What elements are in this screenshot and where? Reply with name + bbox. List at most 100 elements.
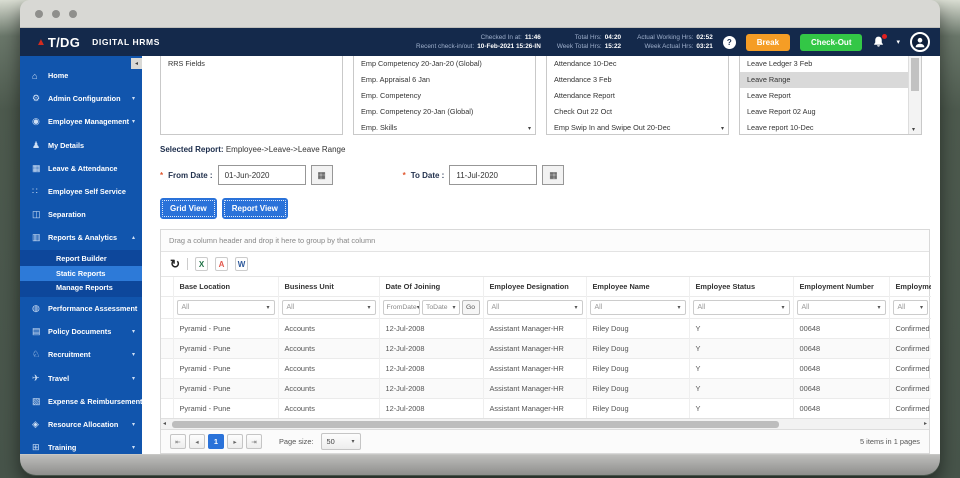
sidebar-subitem-manage-reports[interactable]: Manage Reports [20, 281, 142, 296]
sidebar-item-recruitment[interactable]: ♘ Recruitment ▾ [20, 343, 142, 366]
window-control-dot[interactable] [52, 9, 60, 18]
listbox-item[interactable]: Emp. Competency [354, 88, 535, 104]
listbox-item[interactable]: Emp. Appraisal 6 Jan [354, 72, 535, 88]
last-page-button[interactable]: ⇥ [246, 434, 262, 449]
filter-select[interactable]: All ▾ [176, 300, 275, 315]
group-by-bar[interactable]: Drag a column header and drop it here to… [161, 230, 929, 252]
sidebar-item-performance-assessment[interactable]: ◍ Performance Assessment [20, 297, 142, 320]
sidebar-item-my-details[interactable]: ♟ My Details [20, 134, 142, 157]
sidebar-item-resource-allocation[interactable]: ◈ Resource Allocation ▾ [20, 413, 142, 436]
sidebar-item-travel[interactable]: ✈ Travel ▾ [20, 367, 142, 390]
listbox-item[interactable]: Leave report 10-Dec [740, 120, 908, 134]
filter-select[interactable]: All ▾ [589, 300, 686, 315]
column-header-base-location[interactable]: Base Location [172, 276, 278, 297]
listbox-item[interactable]: Leave Range [740, 72, 908, 88]
sidebar-item-label: Employee Management [48, 117, 130, 127]
stat-value: 11:46 [524, 34, 541, 41]
horizontal-scrollbar[interactable]: ◂ ▸ [161, 418, 929, 429]
calendar-icon[interactable]: ▦ [542, 165, 565, 185]
sidebar-item-leave-attendance[interactable]: ▦ Leave & Attendance [20, 157, 142, 180]
column-header-date-of-joining[interactable]: Date Of Joining [378, 276, 483, 297]
filter-select[interactable]: All ▾ [892, 300, 928, 315]
sidebar-item-separation[interactable]: ◫ Separation [20, 203, 142, 226]
table-cell: 12-Jul-2008 [378, 318, 483, 339]
window-control-dot[interactable] [35, 9, 43, 18]
listbox-item[interactable]: Emp Competency 20-Jan-20 (Global) [354, 56, 535, 72]
scroll-down-icon[interactable]: ▾ [721, 125, 724, 132]
table-row[interactable]: Pyramid - Pune Accounts 12-Jul-2008 Assista… [161, 358, 931, 379]
listbox-item[interactable]: Attendance Report [547, 88, 728, 104]
current-page-button[interactable]: 1 [208, 434, 224, 449]
sidebar-item-label: Reports & Analytics [48, 233, 118, 243]
brand-name[interactable]: T/DG [48, 35, 80, 50]
filter-select[interactable]: All ▾ [486, 300, 583, 315]
next-page-button[interactable]: ▸ [227, 434, 243, 449]
break-button[interactable]: Break [745, 33, 791, 51]
listbox-item[interactable]: Check Out 22 Oct [547, 104, 728, 120]
from-date-filter-select[interactable]: FromDate ▾ [382, 300, 420, 315]
sidebar-item-admin-configuration[interactable]: ⚙ Admin Configuration ▾ [20, 87, 142, 110]
sidebar-item-training[interactable]: ⊞ Training ▾ [20, 436, 142, 454]
listbox-items: RRS Fields [161, 56, 342, 72]
go-button[interactable]: Go [461, 300, 480, 315]
user-avatar[interactable] [910, 32, 930, 52]
scrollbar-thumb[interactable] [911, 58, 919, 91]
help-icon[interactable]: ? [722, 35, 736, 49]
vertical-scrollbar[interactable]: ▾ [908, 56, 921, 134]
to-date-filter-select[interactable]: ToDate ▾ [422, 300, 460, 315]
column-header-employee-designation[interactable]: Employee Designation [482, 276, 586, 297]
sidebar-item-employee-management[interactable]: ◉ Employee Management ▾ [20, 110, 142, 133]
column-header-employment[interactable]: Employment [888, 276, 931, 297]
to-date-input[interactable] [449, 165, 538, 185]
listbox-item[interactable]: Attendance 3 Feb [547, 72, 728, 88]
grid-view-button[interactable]: Grid View [160, 198, 217, 219]
scroll-left-icon[interactable]: ◂ [163, 420, 166, 427]
filter-select[interactable]: All ▾ [796, 300, 886, 315]
sidebar-item-expense-reimbursement[interactable]: ▧Expense & Reimbursement▾ [20, 390, 142, 413]
filter-select[interactable]: All ▾ [281, 300, 376, 315]
window-control-dot[interactable] [69, 9, 77, 18]
listbox-item[interactable]: Emp Swip In and Swipe Out 20-Dec [547, 120, 728, 134]
prev-page-button[interactable]: ◂ [189, 434, 205, 449]
sidebar-item-reports-analytics[interactable]: ▥ Reports & Analytics ▴ [20, 226, 142, 249]
sidebar-item-policy-documents[interactable]: ▤ Policy Documents ▾ [20, 320, 142, 343]
chevron-down-icon[interactable]: ▾ [896, 38, 900, 46]
listbox-item[interactable]: Leave Report [740, 88, 908, 104]
export-word-icon[interactable]: W [235, 257, 249, 271]
table-row[interactable]: Pyramid - Pune Accounts 12-Jul-2008 Assista… [161, 378, 931, 399]
scroll-down-icon[interactable]: ▾ [528, 125, 531, 132]
scrollbar-thumb[interactable] [172, 421, 779, 428]
scroll-down-icon[interactable]: ▾ [912, 126, 915, 133]
first-page-button[interactable]: ⇤ [170, 434, 186, 449]
export-excel-icon[interactable]: X [195, 257, 209, 271]
sidebar-subitem-report-builder[interactable]: Report Builder [20, 252, 142, 267]
filter-select[interactable]: All ▾ [692, 300, 790, 315]
table-cell: Accounts [277, 358, 379, 379]
export-pdf-icon[interactable]: A [215, 257, 229, 271]
listbox-item[interactable]: Leave Ledger 3 Feb [740, 56, 908, 72]
listbox-item[interactable]: RRS Fields [161, 56, 342, 72]
listbox-item[interactable]: Leave Report 02 Aug [740, 104, 908, 120]
report-view-button[interactable]: Report View [221, 198, 288, 219]
column-header-employee-status[interactable]: Employee Status [688, 276, 793, 297]
sidebar-item-employee-self-service[interactable]: ∷ Employee Self Service [20, 180, 142, 203]
table-row[interactable]: Pyramid - Pune Accounts 12-Jul-2008 Assista… [161, 398, 931, 418]
notifications-bell-icon[interactable] [872, 34, 888, 49]
sidebar-subitem-static-reports[interactable]: Static Reports [20, 266, 142, 281]
listbox-item[interactable]: Emp. Skills [354, 120, 535, 134]
table-row[interactable]: Pyramid - Pune Accounts 12-Jul-2008 Assista… [161, 318, 931, 339]
calendar-icon[interactable]: ▦ [310, 165, 333, 185]
from-date-input[interactable] [217, 165, 306, 185]
sidebar-item-home[interactable]: ⌂ Home [20, 64, 142, 87]
listbox-item[interactable]: Emp. Competency 20-Jan (Global) [354, 104, 535, 120]
column-header-business-unit[interactable]: Business Unit [277, 276, 379, 297]
scroll-right-icon[interactable]: ▸ [924, 420, 927, 427]
sidebar-collapse-icon[interactable]: ◂ [131, 58, 142, 69]
column-header-employment-number[interactable]: Employment Number [792, 276, 889, 297]
checkout-button[interactable]: Check-Out [800, 33, 863, 51]
page-size-select[interactable]: 50 ▾ [320, 433, 361, 450]
refresh-icon[interactable]: ↻ [170, 258, 180, 270]
column-header-employee-name[interactable]: Employee Name [585, 276, 689, 297]
listbox-item[interactable]: Attendance 10-Dec [547, 56, 728, 72]
table-row[interactable]: Pyramid - Pune Accounts 12-Jul-2008 Assista… [161, 338, 931, 359]
